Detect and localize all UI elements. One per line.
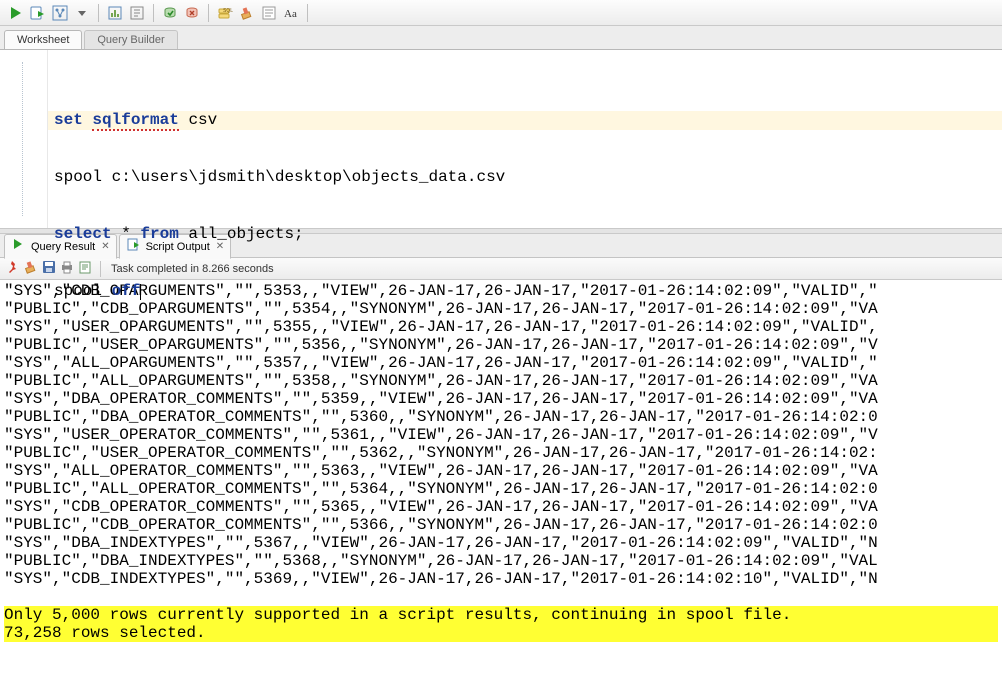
output-row: "PUBLIC","USER_OPERATOR_COMMENTS","",536… [4,444,998,462]
commit-button[interactable] [160,3,180,23]
run-script-button[interactable] [28,3,48,23]
code-text: spool [54,282,112,300]
run-statement-button[interactable] [6,3,26,23]
tab-worksheet[interactable]: Worksheet [4,30,82,49]
keyword: off [112,282,141,300]
output-row: "SYS","ALL_OPARGUMENTS","",5357,,"VIEW",… [4,354,998,372]
code-text: all_objects; [179,225,304,243]
autotrace-button[interactable] [105,3,125,23]
worksheet-tabs: Worksheet Query Builder [0,26,1002,50]
code-text: spool c:\users\jdsmith\desktop\objects_d… [54,168,996,187]
separator-icon [98,4,99,22]
sql-history-button[interactable] [259,3,279,23]
tab-query-builder[interactable]: Query Builder [84,30,177,49]
clear-output-button[interactable] [24,260,38,277]
sql-tuning-button[interactable] [127,3,147,23]
separator-icon [153,4,154,22]
keyword: set [54,111,83,129]
code-area[interactable]: set sqlformat csv spool c:\users\jdsmith… [48,50,1002,228]
separator-icon [307,4,308,22]
explain-plan-dropdown-icon[interactable] [72,3,92,23]
to-uppercase-button[interactable]: Aa [281,3,301,23]
output-row: "SYS","ALL_OPERATOR_COMMENTS","",5363,,"… [4,462,998,480]
explain-plan-button[interactable] [50,3,70,23]
keyword: from [140,225,178,243]
output-row: "PUBLIC","CDB_OPERATOR_COMMENTS","",5366… [4,516,998,534]
sql-editor[interactable]: set sqlformat csv spool c:\users\jdsmith… [0,50,1002,228]
output-row: "SYS","DBA_INDEXTYPES","",5367,,"VIEW",2… [4,534,998,552]
output-row: "SYS","CDB_OPERATOR_COMMENTS","",5365,,"… [4,498,998,516]
main-toolbar: SQL Aa [0,0,1002,26]
rollback-button[interactable] [182,3,202,23]
output-row: "PUBLIC","ALL_OPARGUMENTS","",5358,,"SYN… [4,372,998,390]
output-row: "PUBLIC","ALL_OPERATOR_COMMENTS","",5364… [4,480,998,498]
keyword: sqlformat [92,111,178,131]
pin-button[interactable] [6,260,20,277]
play-icon [11,237,27,256]
output-row: "SYS","DBA_OPERATOR_COMMENTS","",5359,,"… [4,390,998,408]
clear-button[interactable] [237,3,257,23]
svg-text:SQL: SQL [223,8,233,14]
code-text: * [112,225,141,243]
output-row: "PUBLIC","DBA_OPERATOR_COMMENTS","",5360… [4,408,998,426]
code-text: csv [179,111,217,129]
separator-icon [208,4,209,22]
editor-gutter [0,50,48,228]
svg-text:Aa: Aa [284,8,297,20]
output-footer-line: 73,258 rows selected. [4,624,998,642]
keyword: select [54,225,112,243]
output-row: "SYS","USER_OPERATOR_COMMENTS","",5361,,… [4,426,998,444]
output-row: "SYS","CDB_INDEXTYPES","",5369,,"VIEW",2… [4,570,998,588]
unshared-worksheet-button[interactable]: SQL [215,3,235,23]
output-blank-row [4,588,998,606]
text-cursor [140,284,141,300]
script-output-pane[interactable]: "SYS","CDB_OPARGUMENTS","",5353,,"VIEW",… [0,280,1002,692]
output-footer-line: Only 5,000 rows currently supported in a… [4,606,998,624]
output-row: "PUBLIC","DBA_INDEXTYPES","",5368,,"SYNO… [4,552,998,570]
